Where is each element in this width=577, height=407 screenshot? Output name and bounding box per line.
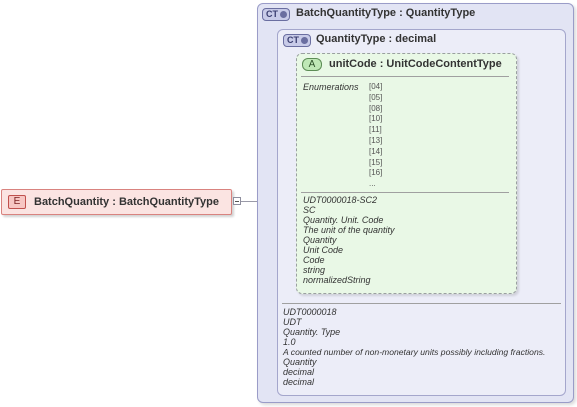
type-annotation-line: UDT: [283, 317, 302, 327]
complex-type-title-inner: QuantityType : decimal: [316, 33, 437, 45]
type-annotation-line: 1.0: [283, 337, 296, 347]
type-annotation-line: decimal: [283, 377, 315, 387]
enumeration-item: [14]: [369, 146, 383, 156]
enumeration-item: [10]: [369, 114, 383, 124]
type-annotation-divider: [282, 303, 561, 304]
element-label: BatchQuantity : BatchQuantityType: [34, 196, 219, 208]
element-box-batch-quantity[interactable]: E BatchQuantity : BatchQuantityType: [1, 189, 232, 215]
attribute-badge: A: [302, 58, 322, 71]
enumeration-item: [11]: [369, 125, 382, 135]
complex-type-plus-icon: [280, 11, 287, 18]
attribute-annotation-line: Quantity: [303, 235, 337, 245]
attribute-annotation-line: UDT0000018-SC2: [303, 195, 378, 205]
type-annotation-line: UDT0000018: [283, 307, 337, 317]
complex-type-badge-outer: CT: [262, 8, 290, 21]
connector-element-to-type: [241, 201, 257, 202]
attribute-annotation-line: Unit Code: [303, 245, 344, 255]
attribute-annotation-line: SC: [303, 205, 316, 215]
attribute-annotation-line: string: [303, 265, 326, 275]
attribute-annotation-line: Quantity. Unit. Code: [303, 215, 384, 225]
enumeration-ellipsis: ...: [369, 179, 376, 189]
complex-type-title-outer: BatchQuantityType : QuantityType: [296, 7, 476, 19]
type-annotation-line: Quantity: [283, 357, 317, 367]
type-annotation-line: Quantity. Type: [283, 327, 341, 337]
type-annotation-line: decimal: [283, 367, 315, 377]
enumeration-item: [15]: [369, 157, 383, 167]
collapse-toggle-icon[interactable]: [233, 197, 241, 205]
attribute-annotation-divider: [301, 192, 509, 193]
attribute-annotation-line: normalizedString: [303, 275, 371, 285]
attribute-annotation-line: The unit of the quantity: [303, 225, 395, 235]
element-badge: E: [8, 195, 26, 209]
enumeration-item: [13]: [369, 136, 383, 145]
attribute-annotation-line: Code: [303, 255, 325, 265]
type-annotation-line: A counted number of non-monetary units p…: [283, 347, 546, 357]
complex-type-badge-inner: CT: [283, 34, 311, 47]
enumeration-item: [16]: [369, 168, 383, 178]
enumeration-item: [08]: [369, 103, 383, 113]
complex-type-plus-icon: [301, 37, 308, 44]
enumeration-item: [05]: [369, 92, 383, 102]
attribute-title: unitCode : UnitCodeContentType: [329, 58, 502, 70]
enumerations-label: Enumerations: [303, 82, 359, 92]
enumeration-item: [04]: [369, 82, 383, 91]
attribute-title-divider: [301, 76, 509, 77]
